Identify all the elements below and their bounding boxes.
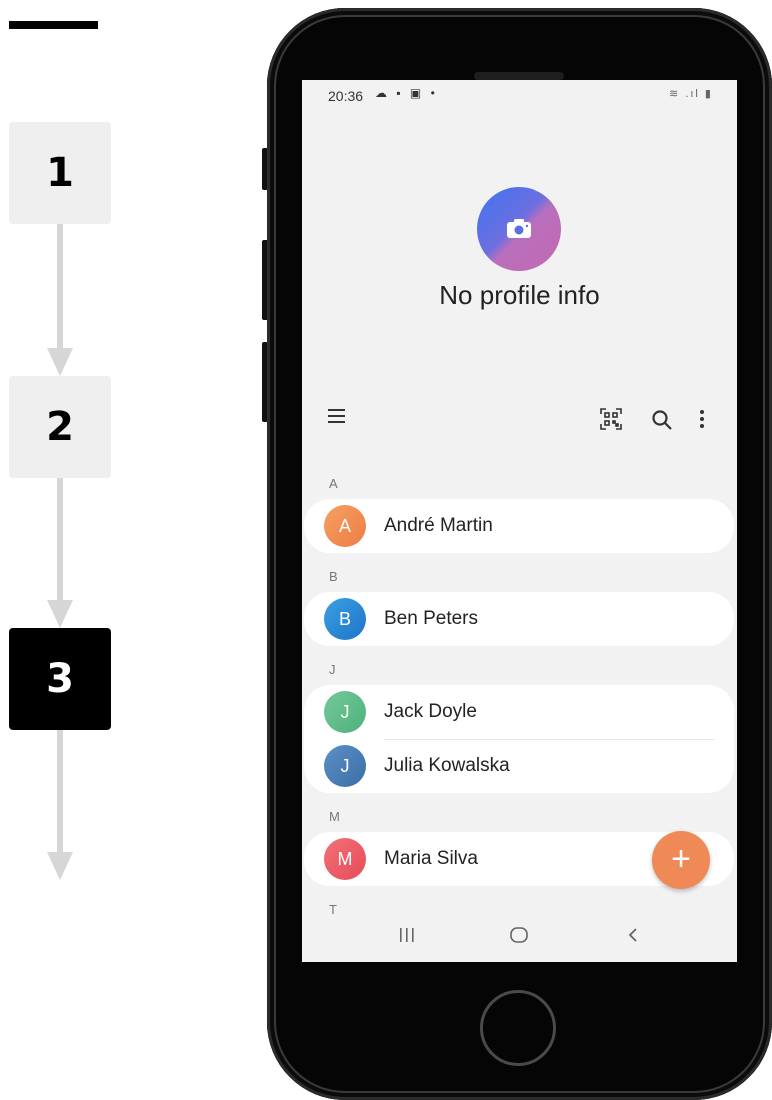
contact-avatar: J <box>324 691 366 733</box>
arrow-down-icon <box>47 348 73 376</box>
step-3-active: 3 <box>9 628 111 730</box>
step-2: 2 <box>9 376 111 478</box>
android-nav-bar <box>302 920 737 962</box>
profile-info-text: No profile info <box>439 280 600 310</box>
section-letter-m: M <box>329 809 340 824</box>
add-contact-button[interactable]: + <box>652 831 710 889</box>
wifi-signal-battery-icon: ≋ .ıl ▮ <box>669 88 713 100</box>
section-letter-b: B <box>329 569 338 584</box>
phone-home-button[interactable] <box>480 990 556 1066</box>
contact-row-jack-doyle[interactable]: J Jack Doyle <box>304 685 734 739</box>
section-letter-a: A <box>329 476 338 491</box>
contact-name: Jack Doyle <box>384 701 477 722</box>
profile-avatar[interactable] <box>477 187 561 271</box>
arrow-down-icon <box>47 852 73 880</box>
phone-screen: 20:36 ☁ ▪ ▣ • ≋ .ıl ▮ No profile info A <box>302 80 737 962</box>
contact-card-j: J Jack Doyle J Julia Kowalska <box>304 685 734 793</box>
contact-row-julia-kowalska[interactable]: J Julia Kowalska <box>304 739 734 793</box>
camera-icon <box>507 219 531 238</box>
contact-avatar: M <box>324 838 366 880</box>
top-bar-decoration <box>9 21 98 29</box>
more-vert-icon[interactable] <box>699 409 705 434</box>
contact-name: Maria Silva <box>384 848 478 869</box>
step-connector <box>57 730 63 858</box>
phone-speaker <box>474 72 564 80</box>
back-icon[interactable] <box>626 926 640 949</box>
contact-avatar: B <box>324 598 366 640</box>
notification-icons: ☁ ▪ ▣ • <box>375 86 438 100</box>
section-letter-j: J <box>329 662 336 677</box>
home-icon[interactable] <box>509 926 529 949</box>
menu-icon[interactable] <box>327 408 347 429</box>
search-icon[interactable] <box>651 409 673 436</box>
step-connector <box>57 478 63 602</box>
contact-row-andre-martin[interactable]: A André Martin <box>304 499 734 553</box>
contact-name: André Martin <box>384 515 493 536</box>
contact-row-ben-peters[interactable]: B Ben Peters <box>304 592 734 646</box>
section-letter-t: T <box>329 902 337 917</box>
contact-avatar: A <box>324 505 366 547</box>
step-connector <box>57 224 63 352</box>
contact-name: Ben Peters <box>384 608 478 629</box>
contact-name: Julia Kowalska <box>384 755 510 776</box>
recent-apps-icon[interactable] <box>398 926 416 949</box>
arrow-down-icon <box>47 600 73 628</box>
contact-avatar: J <box>324 745 366 787</box>
status-bar: 20:36 ☁ ▪ ▣ • ≋ .ıl ▮ <box>302 80 737 112</box>
step-1: 1 <box>9 122 111 224</box>
contact-card-b: B Ben Peters <box>304 592 734 646</box>
status-time: 20:36 <box>328 88 364 104</box>
qr-code-icon[interactable] <box>599 407 623 436</box>
contact-card-a: A André Martin <box>304 499 734 553</box>
